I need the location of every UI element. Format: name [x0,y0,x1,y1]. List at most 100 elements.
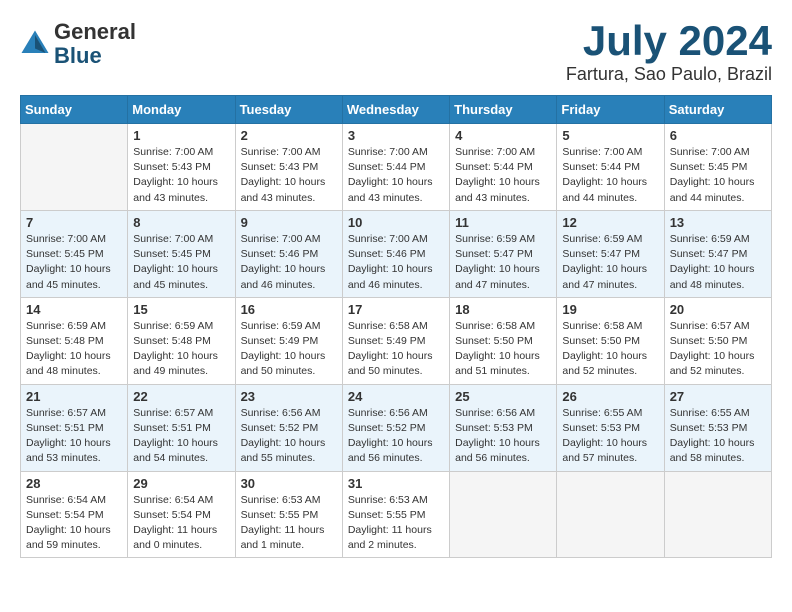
day-info: Sunrise: 7:00 AM Sunset: 5:44 PM Dayligh… [562,145,658,206]
day-number: 31 [348,476,444,491]
location: Fartura, Sao Paulo, Brazil [566,64,772,85]
calendar-cell: 27 Sunrise: 6:55 AM Sunset: 5:53 PM Dayli… [664,384,771,471]
day-number: 2 [241,128,337,143]
weekday-wednesday: Wednesday [342,96,449,124]
day-info: Sunrise: 7:00 AM Sunset: 5:44 PM Dayligh… [455,145,551,206]
day-info: Sunrise: 6:55 AM Sunset: 5:53 PM Dayligh… [670,406,766,467]
calendar-cell: 20 Sunrise: 6:57 AM Sunset: 5:50 PM Dayli… [664,297,771,384]
day-number: 30 [241,476,337,491]
weekday-thursday: Thursday [450,96,557,124]
day-info: Sunrise: 6:57 AM Sunset: 5:51 PM Dayligh… [26,406,122,467]
calendar-cell: 23 Sunrise: 6:56 AM Sunset: 5:52 PM Dayli… [235,384,342,471]
day-info: Sunrise: 7:00 AM Sunset: 5:43 PM Dayligh… [241,145,337,206]
day-info: Sunrise: 7:00 AM Sunset: 5:45 PM Dayligh… [133,232,229,293]
calendar-cell: 9Sunrise: 7:00 AM Sunset: 5:46 PM Daylig… [235,210,342,297]
day-info: Sunrise: 6:59 AM Sunset: 5:47 PM Dayligh… [455,232,551,293]
calendar-cell: 22 Sunrise: 6:57 AM Sunset: 5:51 PM Dayli… [128,384,235,471]
day-info: Sunrise: 6:53 AM Sunset: 5:55 PM Dayligh… [348,493,444,554]
calendar-cell: 19 Sunrise: 6:58 AM Sunset: 5:50 PM Dayli… [557,297,664,384]
weekday-sunday: Sunday [21,96,128,124]
day-number: 14 [26,302,122,317]
calendar-cell: 14 Sunrise: 6:59 AM Sunset: 5:48 PM Dayli… [21,297,128,384]
weekday-header-row: SundayMondayTuesdayWednesdayThursdayFrid… [21,96,772,124]
day-number: 5 [562,128,658,143]
day-number: 16 [241,302,337,317]
day-number: 7 [26,215,122,230]
calendar-cell: 3Sunrise: 7:00 AM Sunset: 5:44 PM Daylig… [342,124,449,211]
day-number: 4 [455,128,551,143]
day-number: 17 [348,302,444,317]
day-number: 11 [455,215,551,230]
day-number: 29 [133,476,229,491]
day-info: Sunrise: 6:55 AM Sunset: 5:53 PM Dayligh… [562,406,658,467]
day-info: Sunrise: 6:57 AM Sunset: 5:51 PM Dayligh… [133,406,229,467]
calendar-cell [557,471,664,558]
day-number: 19 [562,302,658,317]
calendar-cell: 24 Sunrise: 6:56 AM Sunset: 5:52 PM Dayli… [342,384,449,471]
day-info: Sunrise: 6:58 AM Sunset: 5:50 PM Dayligh… [455,319,551,380]
day-info: Sunrise: 7:00 AM Sunset: 5:46 PM Dayligh… [348,232,444,293]
calendar-cell: 21Sunrise: 6:57 AM Sunset: 5:51 PM Dayli… [21,384,128,471]
day-info: Sunrise: 6:59 AM Sunset: 5:48 PM Dayligh… [26,319,122,380]
calendar-table: SundayMondayTuesdayWednesdayThursdayFrid… [20,95,772,558]
day-info: Sunrise: 6:54 AM Sunset: 5:54 PM Dayligh… [133,493,229,554]
day-info: Sunrise: 6:59 AM Sunset: 5:47 PM Dayligh… [670,232,766,293]
day-number: 24 [348,389,444,404]
day-number: 1 [133,128,229,143]
week-row-2: 7 Sunrise: 7:00 AM Sunset: 5:45 PM Daylig… [21,210,772,297]
day-number: 27 [670,389,766,404]
calendar-cell: 10Sunrise: 7:00 AM Sunset: 5:46 PM Dayli… [342,210,449,297]
calendar-cell: 18Sunrise: 6:58 AM Sunset: 5:50 PM Dayli… [450,297,557,384]
day-info: Sunrise: 6:53 AM Sunset: 5:55 PM Dayligh… [241,493,337,554]
calendar-cell: 16 Sunrise: 6:59 AM Sunset: 5:49 PM Dayli… [235,297,342,384]
week-row-3: 14 Sunrise: 6:59 AM Sunset: 5:48 PM Dayli… [21,297,772,384]
calendar-cell: 4 Sunrise: 7:00 AM Sunset: 5:44 PM Daylig… [450,124,557,211]
weekday-monday: Monday [128,96,235,124]
logo: General Blue [20,20,136,68]
day-number: 23 [241,389,337,404]
calendar-cell: 31 Sunrise: 6:53 AM Sunset: 5:55 PM Dayli… [342,471,449,558]
day-number: 9 [241,215,337,230]
day-number: 20 [670,302,766,317]
day-info: Sunrise: 6:56 AM Sunset: 5:52 PM Dayligh… [348,406,444,467]
day-number: 15 [133,302,229,317]
day-info: Sunrise: 6:59 AM Sunset: 5:48 PM Dayligh… [133,319,229,380]
day-info: Sunrise: 7:00 AM Sunset: 5:43 PM Dayligh… [133,145,229,206]
weekday-tuesday: Tuesday [235,96,342,124]
calendar-cell [664,471,771,558]
day-number: 8 [133,215,229,230]
calendar-cell: 11 Sunrise: 6:59 AM Sunset: 5:47 PM Dayli… [450,210,557,297]
week-row-4: 21Sunrise: 6:57 AM Sunset: 5:51 PM Dayli… [21,384,772,471]
day-info: Sunrise: 6:54 AM Sunset: 5:54 PM Dayligh… [26,493,122,554]
day-number: 12 [562,215,658,230]
day-info: Sunrise: 6:58 AM Sunset: 5:49 PM Dayligh… [348,319,444,380]
calendar-cell: 29 Sunrise: 6:54 AM Sunset: 5:54 PM Dayli… [128,471,235,558]
calendar-cell: 6 Sunrise: 7:00 AM Sunset: 5:45 PM Daylig… [664,124,771,211]
day-info: Sunrise: 6:59 AM Sunset: 5:47 PM Dayligh… [562,232,658,293]
calendar-cell: 1 Sunrise: 7:00 AM Sunset: 5:43 PM Daylig… [128,124,235,211]
day-number: 3 [348,128,444,143]
day-info: Sunrise: 6:57 AM Sunset: 5:50 PM Dayligh… [670,319,766,380]
calendar-cell: 15 Sunrise: 6:59 AM Sunset: 5:48 PM Dayli… [128,297,235,384]
day-info: Sunrise: 7:00 AM Sunset: 5:45 PM Dayligh… [670,145,766,206]
day-number: 13 [670,215,766,230]
calendar-cell: 30 Sunrise: 6:53 AM Sunset: 5:55 PM Dayli… [235,471,342,558]
day-info: Sunrise: 6:59 AM Sunset: 5:49 PM Dayligh… [241,319,337,380]
page-header: General Blue July 2024 Fartura, Sao Paul… [20,20,772,85]
calendar-cell: 13 Sunrise: 6:59 AM Sunset: 5:47 PM Dayli… [664,210,771,297]
calendar-cell: 17 Sunrise: 6:58 AM Sunset: 5:49 PM Dayli… [342,297,449,384]
day-info: Sunrise: 6:56 AM Sunset: 5:53 PM Dayligh… [455,406,551,467]
day-number: 22 [133,389,229,404]
calendar-cell [21,124,128,211]
calendar-cell: 28 Sunrise: 6:54 AM Sunset: 5:54 PM Dayli… [21,471,128,558]
week-row-5: 28 Sunrise: 6:54 AM Sunset: 5:54 PM Dayli… [21,471,772,558]
logo-icon [20,29,50,59]
day-info: Sunrise: 6:58 AM Sunset: 5:50 PM Dayligh… [562,319,658,380]
day-number: 6 [670,128,766,143]
calendar-cell: 12 Sunrise: 6:59 AM Sunset: 5:47 PM Dayli… [557,210,664,297]
day-info: Sunrise: 6:56 AM Sunset: 5:52 PM Dayligh… [241,406,337,467]
day-number: 28 [26,476,122,491]
calendar-cell: 8 Sunrise: 7:00 AM Sunset: 5:45 PM Daylig… [128,210,235,297]
day-number: 26 [562,389,658,404]
calendar-cell: 7Sunrise: 7:00 AM Sunset: 5:45 PM Daylig… [21,210,128,297]
